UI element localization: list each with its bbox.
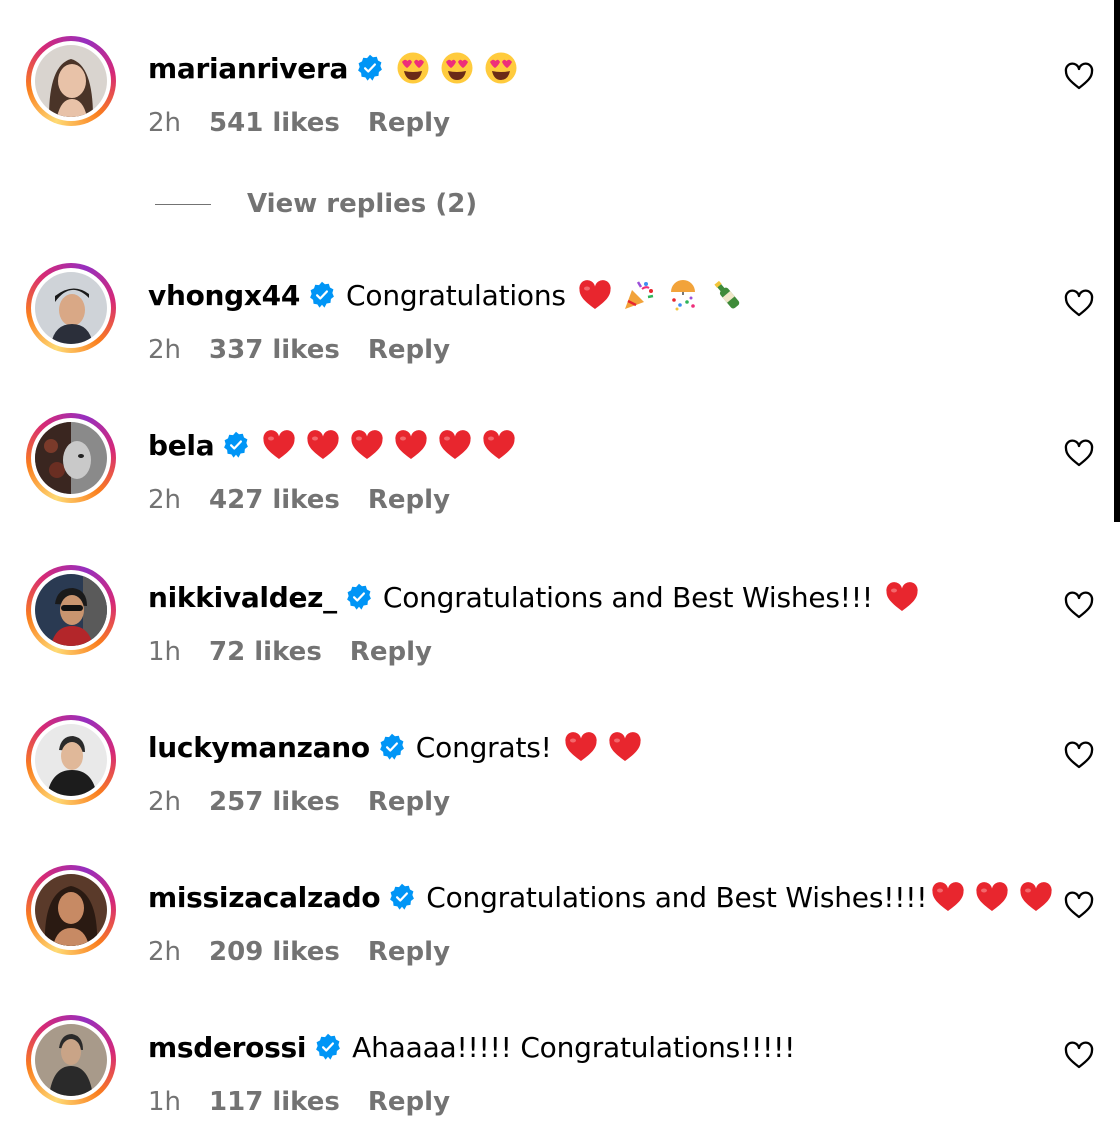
comment-item: nikkivaldez_ Congratulations and Best Wi… [0,565,1120,695]
comment-time: 2h [148,937,182,967]
like-heart-icon[interactable] [1064,1041,1094,1069]
comment-likes[interactable]: 427 likes [209,485,340,515]
comment-likes[interactable]: 117 likes [209,1087,340,1117]
like-heart-icon[interactable] [1064,741,1094,769]
reply-button[interactable]: Reply [368,937,450,967]
like-heart-icon[interactable] [1064,439,1094,467]
heart-eyes-emoji-icon [484,51,518,85]
avatar[interactable] [26,1015,116,1105]
comment-text: Ahaaaa!!!!! Congratulations!!!!! [352,1030,796,1064]
red-heart-emoji-icon [885,581,919,613]
comment-item: marianrivera 2h 541 likes Reply [0,36,1120,166]
comment-item: luckymanzano Congrats! 2h 257 likes Repl… [0,715,1120,845]
avatar[interactable] [26,865,116,955]
like-heart-icon[interactable] [1064,591,1094,619]
red-heart-emoji-icon [350,429,384,461]
comment-item: missizacalzado Congratulations and Best … [0,865,1120,995]
heart-eyes-emoji-icon [396,51,430,85]
scrollbar[interactable] [1114,0,1120,522]
comment-username[interactable]: luckymanzano [148,731,370,764]
red-heart-emoji-icon [306,429,340,461]
reply-button[interactable]: Reply [368,485,450,515]
red-heart-emoji-icon [1019,881,1053,913]
red-heart-emoji-icon [262,429,296,461]
avatar[interactable] [26,565,116,655]
comment-time: 2h [148,787,182,817]
comment-likes[interactable]: 209 likes [209,937,340,967]
avatar[interactable] [26,263,116,353]
verified-badge-icon [378,733,406,761]
reply-button[interactable]: Reply [368,108,450,138]
comment-time: 1h [148,637,182,667]
verified-badge-icon [308,281,336,309]
red-heart-emoji-icon [394,429,428,461]
comment-item: vhongx44 Congratulations 2h 337 likes Re… [0,263,1120,393]
reply-button[interactable]: Reply [350,637,432,667]
comment-username[interactable]: vhongx44 [148,279,300,312]
red-heart-emoji-icon [975,881,1009,913]
like-heart-icon[interactable] [1064,289,1094,317]
confetti-ball-emoji-icon [666,278,700,312]
party-popper-emoji-icon [622,278,656,312]
comment-likes[interactable]: 257 likes [209,787,340,817]
view-replies-label: View replies (2) [247,189,478,219]
comment-text: Congrats! [415,730,552,764]
red-heart-emoji-icon [438,429,472,461]
red-heart-emoji-icon [578,279,612,311]
avatar[interactable] [26,715,116,805]
comment-item: msderossi Ahaaaa!!!!! Congratulations!!!… [0,1015,1120,1145]
avatar[interactable] [26,413,116,503]
comment-username[interactable]: missizacalzado [148,881,381,914]
red-heart-emoji-icon [564,731,598,763]
verified-badge-icon [356,54,384,82]
comment-item: bela 2h 427 likes Reply [0,413,1120,543]
champagne-emoji-icon [710,278,744,312]
comment-time: 2h [148,108,182,138]
comment-username[interactable]: nikkivaldez_ [148,581,337,614]
comment-username[interactable]: msderossi [148,1031,306,1064]
comment-text: Congratulations [346,278,566,312]
comment-username[interactable]: marianrivera [148,52,348,85]
comment-likes[interactable]: 337 likes [209,335,340,365]
reply-button[interactable]: Reply [368,1087,450,1117]
view-replies-button[interactable]: View replies (2) [155,186,477,222]
reply-button[interactable]: Reply [368,335,450,365]
comment-text: Congratulations and Best Wishes!!! [382,580,873,614]
red-heart-emoji-icon [608,731,642,763]
red-heart-emoji-icon [482,429,516,461]
comment-likes[interactable]: 72 likes [209,637,322,667]
comment-time: 1h [148,1087,182,1117]
like-heart-icon[interactable] [1064,891,1094,919]
verified-badge-icon [314,1033,342,1061]
comment-text: Congratulations and Best Wishes!!!! [426,880,928,914]
avatar[interactable] [26,36,116,126]
verified-badge-icon [222,431,250,459]
comment-time: 2h [148,335,182,365]
comment-username[interactable]: bela [148,429,215,462]
red-heart-emoji-icon [931,881,965,913]
heart-eyes-emoji-icon [440,51,474,85]
comment-time: 2h [148,485,182,515]
reply-button[interactable]: Reply [368,787,450,817]
verified-badge-icon [388,883,416,911]
view-replies-divider [155,203,211,205]
verified-badge-icon [345,583,373,611]
like-heart-icon[interactable] [1064,62,1094,90]
comment-likes[interactable]: 541 likes [209,108,340,138]
